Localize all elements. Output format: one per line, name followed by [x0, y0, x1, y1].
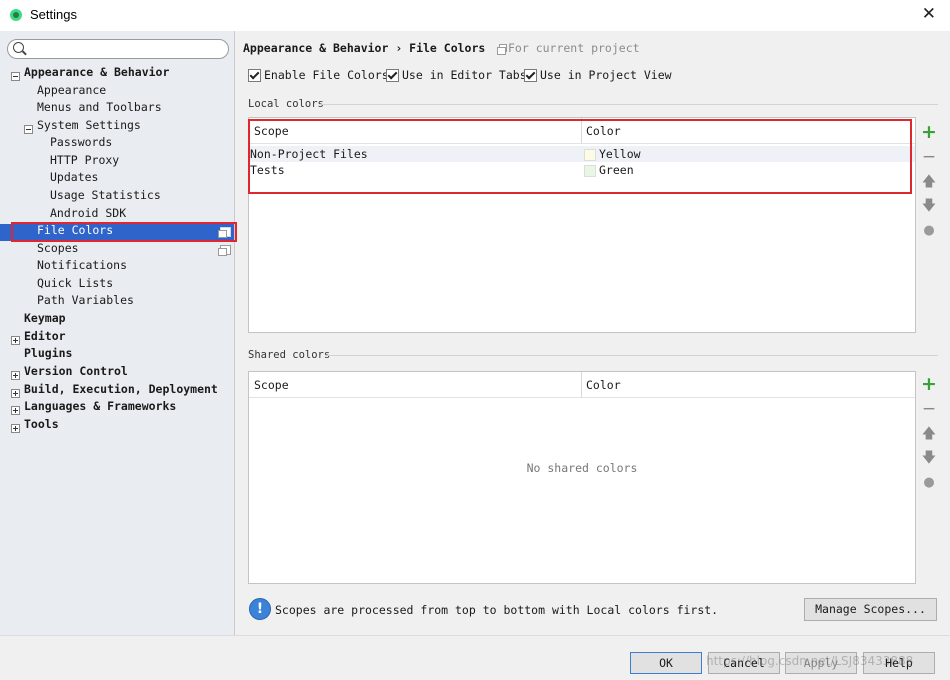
local-colors-label: Local colors	[248, 98, 324, 110]
tree-item-appearance-behavior[interactable]: Appearance & Behavior	[24, 64, 169, 81]
expand-icon[interactable]	[11, 336, 20, 345]
tree-item-menus-toolbars[interactable]: Menus and Toolbars	[37, 99, 162, 116]
tree-item-notifications[interactable]: Notifications	[37, 257, 127, 274]
search-input[interactable]	[7, 39, 229, 59]
shared-colors-table[interactable]: Scope Color No shared colors	[248, 371, 916, 584]
project-scope-icon	[497, 44, 507, 55]
tree-item-file-colors[interactable]: File Colors	[37, 222, 113, 239]
empty-table-message: No shared colors	[526, 461, 638, 475]
tree-item-editor[interactable]: Editor	[24, 328, 66, 345]
breadcrumb: Appearance & Behavior › File Colors	[243, 41, 486, 55]
android-studio-icon	[10, 9, 22, 21]
checkbox-checked-icon[interactable]	[386, 68, 399, 82]
tree-item-passwords[interactable]: Passwords	[50, 134, 112, 151]
section-divider	[326, 355, 938, 356]
move-up-icon[interactable]: 🡅	[917, 423, 941, 445]
tree-item-tools[interactable]: Tools	[24, 416, 59, 433]
tree-item-usage-statistics[interactable]: Usage Statistics	[50, 187, 161, 204]
checkbox-label: Use in Editor Tabs	[402, 68, 527, 82]
expand-icon[interactable]	[11, 389, 20, 398]
tree-item-quick-lists[interactable]: Quick Lists	[37, 275, 113, 292]
use-in-editor-tabs-checkbox[interactable]: Use in Editor Tabs	[386, 68, 527, 82]
tree-item-version-control[interactable]: Version Control	[24, 363, 128, 380]
table-header: Scope Color	[249, 372, 915, 398]
checkbox-label: Use in Project View	[540, 68, 672, 82]
title-bar: Settings ✕	[0, 0, 950, 31]
info-text: Scopes are processed from top to bottom …	[275, 603, 719, 617]
window-title: Settings	[30, 7, 77, 22]
tree-item-appearance[interactable]: Appearance	[37, 82, 106, 99]
highlight-box	[248, 119, 912, 194]
tree-item-scopes[interactable]: Scopes	[37, 240, 79, 257]
move-down-icon[interactable]: 🡇	[917, 447, 941, 469]
project-scope-icon	[218, 245, 231, 256]
close-icon[interactable]: ✕	[922, 4, 936, 24]
share-icon[interactable]: ●	[917, 220, 941, 242]
watermark: https://blog.csdn.net/LSJ83433888	[706, 654, 914, 668]
column-header-scope[interactable]: Scope	[254, 378, 289, 392]
ok-button[interactable]: OK	[630, 652, 702, 674]
add-icon[interactable]: +	[917, 373, 941, 395]
expand-icon[interactable]	[11, 424, 20, 433]
section-divider	[320, 104, 938, 105]
remove-icon[interactable]: −	[917, 146, 941, 168]
local-colors-toolbar: + − 🡅 🡇 ●	[917, 119, 941, 329]
info-icon: !	[249, 598, 271, 620]
collapse-icon[interactable]	[11, 72, 20, 81]
remove-icon[interactable]: −	[917, 398, 941, 420]
tree-item-plugins[interactable]: Plugins	[24, 345, 72, 362]
expand-icon[interactable]	[11, 371, 20, 380]
tree-item-android-sdk[interactable]: Android SDK	[50, 205, 126, 222]
move-up-icon[interactable]: 🡅	[917, 171, 941, 193]
use-in-project-view-checkbox[interactable]: Use in Project View	[524, 68, 672, 82]
project-scope-icon	[218, 227, 231, 238]
column-header-color[interactable]: Color	[586, 378, 621, 392]
checkbox-checked-icon[interactable]	[248, 68, 261, 82]
tree-item-build-execution-deployment[interactable]: Build, Execution, Deployment	[24, 381, 218, 398]
shared-colors-toolbar: + − 🡅 🡇 ●	[917, 371, 941, 582]
settings-sidebar: Appearance & Behavior Appearance Menus a…	[0, 31, 237, 635]
add-icon[interactable]: +	[917, 121, 941, 143]
tree-item-path-variables[interactable]: Path Variables	[37, 292, 134, 309]
tree-item-system-settings[interactable]: System Settings	[37, 117, 141, 134]
collapse-icon[interactable]	[24, 125, 33, 134]
tree-item-http-proxy[interactable]: HTTP Proxy	[50, 152, 119, 169]
unshare-icon[interactable]: ●	[917, 472, 941, 494]
tree-item-keymap[interactable]: Keymap	[24, 310, 66, 327]
expand-icon[interactable]	[11, 406, 20, 415]
move-down-icon[interactable]: 🡇	[917, 195, 941, 217]
search-icon	[13, 42, 24, 53]
manage-scopes-button[interactable]: Manage Scopes...	[804, 598, 937, 621]
checkbox-checked-icon[interactable]	[524, 68, 537, 82]
dialog-footer: OK Cancel Apply Help https://blog.csdn.n…	[0, 635, 950, 680]
breadcrumb-note: For current project	[508, 41, 640, 55]
shared-colors-label: Shared colors	[248, 349, 331, 361]
checkbox-label: Enable File Colors	[264, 68, 389, 82]
column-divider[interactable]	[581, 372, 582, 397]
tree-item-updates[interactable]: Updates	[50, 169, 98, 186]
enable-file-colors-checkbox[interactable]: Enable File Colors	[248, 68, 389, 82]
tree-item-languages-frameworks[interactable]: Languages & Frameworks	[24, 398, 176, 415]
